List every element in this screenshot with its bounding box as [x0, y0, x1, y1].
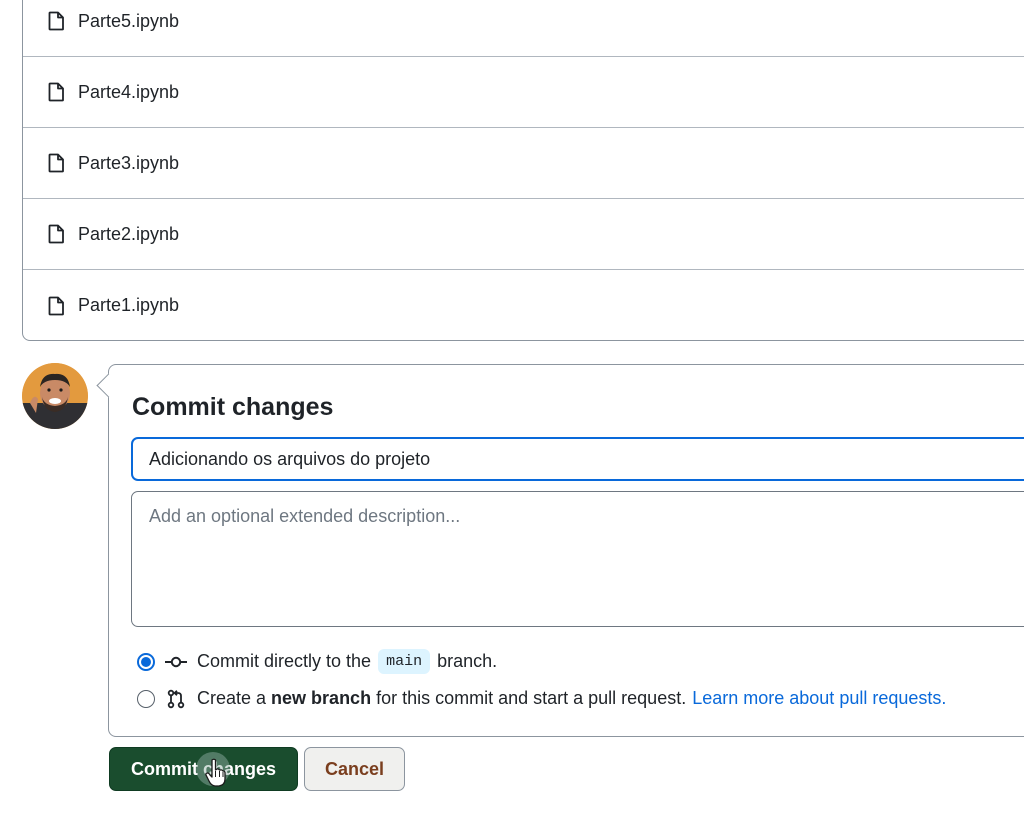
- commit-title: Commit changes: [132, 393, 334, 421]
- file-row[interactable]: Parte1.ipynb: [23, 270, 1024, 340]
- learn-more-pull-requests-link[interactable]: Learn more about pull requests.: [692, 688, 946, 709]
- commit-direct-suffix: branch.: [437, 651, 498, 671]
- file-name[interactable]: Parte1.ipynb: [78, 295, 179, 316]
- commit-summary-input[interactable]: [131, 437, 1024, 481]
- commit-form: Commit changes Commit directly to the ma…: [96, 364, 1024, 737]
- file-icon: [47, 153, 65, 173]
- file-name[interactable]: Parte5.ipynb: [78, 11, 179, 32]
- file-icon: [47, 224, 65, 244]
- commit-description-input[interactable]: [131, 491, 1024, 627]
- git-pull-request-icon: [165, 689, 187, 709]
- file-row[interactable]: Parte2.ipynb: [23, 199, 1024, 270]
- file-row[interactable]: Parte4.ipynb: [23, 57, 1024, 128]
- file-name[interactable]: Parte4.ipynb: [78, 82, 179, 103]
- file-row[interactable]: Parte3.ipynb: [23, 128, 1024, 199]
- file-icon: [47, 11, 65, 31]
- new-branch-bold: new branch: [271, 688, 372, 708]
- file-row[interactable]: Parte5.ipynb: [23, 0, 1024, 57]
- file-icon: [47, 296, 65, 316]
- commit-direct-radio[interactable]: [137, 652, 155, 671]
- file-list: Parte5.ipynb Parte4.ipynb Parte3.ipynb P…: [22, 0, 1024, 341]
- commit-direct-prefix: Commit directly to the: [197, 651, 372, 671]
- cancel-button[interactable]: Cancel: [304, 747, 405, 791]
- new-branch-option[interactable]: Create a new branch for this commit and …: [137, 688, 946, 709]
- new-branch-prefix: Create a: [197, 688, 267, 708]
- new-branch-suffix: for this commit and start a pull request…: [376, 688, 687, 708]
- avatar[interactable]: [22, 363, 88, 429]
- commit-changes-button[interactable]: Commit changes: [109, 747, 298, 791]
- file-name[interactable]: Parte3.ipynb: [78, 153, 179, 174]
- commit-direct-option[interactable]: Commit directly to the main branch.: [137, 649, 497, 674]
- file-icon: [47, 82, 65, 102]
- new-branch-radio[interactable]: [137, 689, 155, 708]
- file-name[interactable]: Parte2.ipynb: [78, 224, 179, 245]
- branch-name: main: [378, 649, 431, 674]
- caret-pointer: [96, 373, 121, 398]
- git-commit-icon: [165, 652, 187, 672]
